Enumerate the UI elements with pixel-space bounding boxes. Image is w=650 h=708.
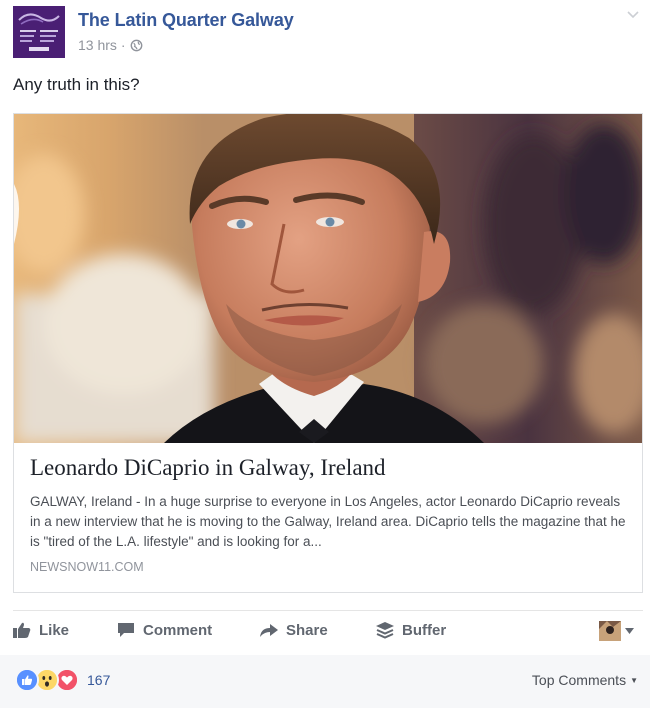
- buffer-label: Buffer: [402, 621, 447, 639]
- facebook-post: The Latin Quarter Galway 13 hrs · Any tr…: [0, 0, 650, 708]
- link-preview-image[interactable]: [14, 114, 642, 443]
- meta-separator: ·: [120, 37, 126, 53]
- share-arrow-icon: [260, 624, 278, 637]
- buffer-stack-icon: [376, 622, 394, 639]
- link-domain: NEWSNOW11.COM: [30, 560, 144, 574]
- link-title[interactable]: Leonardo DiCaprio in Galway, Ireland: [30, 453, 628, 483]
- page-avatar[interactable]: [13, 6, 65, 58]
- buffer-button[interactable]: Buffer: [375, 621, 446, 639]
- post-message: Any truth in this?: [13, 75, 140, 94]
- comment-sort-label: Top Comments: [531, 672, 627, 688]
- post-as-selector[interactable]: [599, 621, 634, 641]
- share-label: Share: [286, 621, 328, 639]
- comment-sort-dropdown[interactable]: Top Comments ▼: [532, 672, 638, 688]
- thumbs-up-icon: [13, 622, 31, 638]
- reactions-bar: 167 Top Comments ▼: [0, 655, 650, 708]
- chevron-down-icon[interactable]: [626, 10, 640, 20]
- link-preview-text: Leonardo DiCaprio in Galway, Ireland GAL…: [30, 453, 628, 574]
- link-preview-card[interactable]: Leonardo DiCaprio in Galway, Ireland GAL…: [13, 113, 643, 593]
- like-label: Like: [39, 621, 70, 639]
- post-meta: 13 hrs ·: [78, 37, 143, 53]
- actions-divider: [13, 610, 643, 611]
- comment-icon: [118, 623, 134, 637]
- caret-down-icon: [625, 628, 634, 634]
- reaction-count[interactable]: 167: [87, 672, 110, 688]
- like-button[interactable]: Like: [12, 621, 69, 639]
- reactions-summary[interactable]: 167: [15, 668, 110, 692]
- post-actions-bar: Like Comment Share Buffer: [12, 615, 642, 649]
- user-avatar-icon: [599, 621, 621, 641]
- share-button[interactable]: Share: [259, 621, 328, 639]
- page-name-link[interactable]: The Latin Quarter Galway: [78, 10, 294, 31]
- post-timestamp[interactable]: 13 hrs: [78, 37, 117, 53]
- like-reaction-icon: [15, 668, 39, 692]
- caret-down-icon: ▼: [630, 675, 638, 685]
- link-description: GALWAY, Ireland - In a huge surprise to …: [30, 494, 626, 549]
- globe-icon[interactable]: [130, 39, 143, 52]
- comment-label: Comment: [143, 621, 213, 639]
- comment-button[interactable]: Comment: [116, 621, 212, 639]
